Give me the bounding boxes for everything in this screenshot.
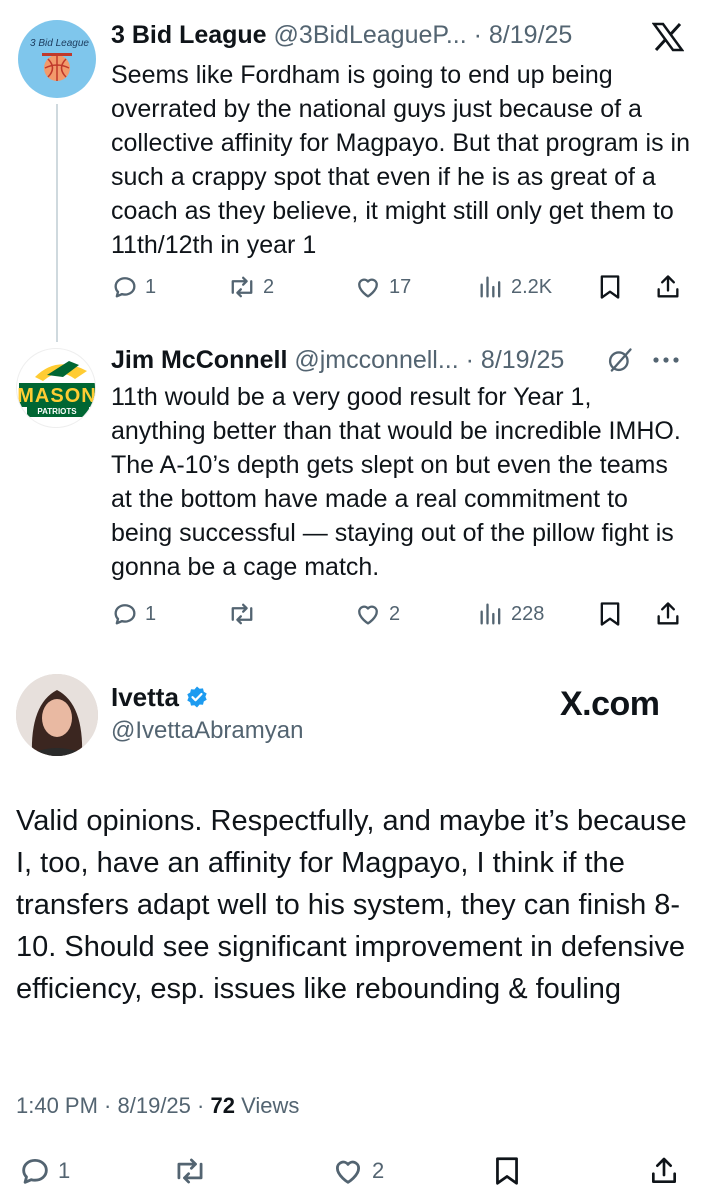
tweet-actions: 1 2 17 2.2K [111,272,691,302]
reply-button[interactable]: 1 [111,599,156,629]
grok-icon[interactable] [606,346,634,374]
avatar-ivetta[interactable] [16,674,98,756]
share-button[interactable] [654,599,682,629]
tweet-text: Valid opinions. Respectfully, and maybe … [16,805,687,1005]
patriots-wordmark: PATRIOTS [37,407,77,416]
repost-button[interactable]: 2 [227,272,274,302]
avatar-3bidleague[interactable]: 3 Bid League [18,20,96,98]
reply-count: 1 [145,602,157,625]
tweet-meta: 1:40 PM · 8/19/25 · 72 Views [16,1093,300,1118]
reply-icon [22,1158,48,1184]
heart-icon [358,278,378,298]
like-count: 2 [372,1158,385,1183]
views-count: 228 [511,602,545,625]
reply-count: 1 [145,275,157,298]
repost-icon [231,603,253,625]
views-count: 72 [210,1093,235,1118]
tweet-header: 3 Bid League @3BidLeagueP... · 8/19/25 [111,21,573,49]
xcom-brand: X.com [560,685,660,723]
3bidleague-logo [42,53,72,81]
share-icon [657,602,679,625]
repost-button[interactable] [227,599,263,629]
bookmark-button[interactable] [597,599,623,629]
repost-icon [177,1158,203,1184]
views-count: 2.2K [511,275,553,298]
like-count: 17 [389,275,412,298]
share-button[interactable] [654,272,682,302]
bookmark-button[interactable] [597,272,623,302]
author-name-row: Ivetta [111,681,209,713]
heart-icon [335,1160,361,1184]
repost-button[interactable] [172,1154,214,1188]
author-handle[interactable]: @3BidLeagueP... [274,21,467,49]
reply-button[interactable]: 1 [18,1154,70,1188]
views-button[interactable]: 2.2K [477,272,552,302]
tweet-date[interactable]: 8/19/25 [481,346,564,374]
avatar-label: 3 Bid League [30,38,89,49]
mason-wordmark: MASON [17,385,96,407]
tweet-date[interactable]: 8/19/25 [489,21,572,49]
author-name[interactable]: 3 Bid League [111,21,267,49]
reply-button[interactable]: 1 [111,272,156,302]
like-button[interactable]: 2 [330,1154,384,1188]
thread-line [56,104,58,342]
views-chart-icon [480,603,501,625]
bookmark-icon [496,1157,518,1185]
tweet-text: Seems like Fordham is going to end up be… [111,61,690,259]
views-chart-icon [480,276,501,298]
author-handle[interactable]: @jmcconnell... [294,346,458,374]
bookmark-button[interactable] [492,1154,522,1188]
avatar-jim-mcconnell[interactable]: MASON PATRIOTS [16,348,96,428]
tweet-actions: 1 2 [16,1154,692,1188]
author-name[interactable]: Jim McConnell [111,346,287,374]
author-handle[interactable]: @IvettaAbramyan [111,717,303,745]
profile-photo-icon [16,674,98,756]
tweet-time[interactable]: 1:40 PM [16,1093,98,1118]
repost-icon [231,276,253,298]
like-count: 2 [389,602,401,625]
verified-badge-icon [187,686,207,708]
tweet-text: 11th would be a very good result for Yea… [111,383,681,581]
heart-icon [358,605,378,625]
reply-icon [114,277,136,298]
like-button[interactable]: 2 [353,599,400,629]
reply-icon [114,604,136,625]
bookmark-icon [600,275,620,299]
share-button[interactable] [648,1154,680,1188]
author-name[interactable]: Ivetta [111,682,179,713]
bookmark-icon [600,602,620,626]
like-button[interactable]: 17 [353,272,411,302]
share-icon [657,275,679,298]
tweet-header: Jim McConnell @jmcconnell... · 8/19/25 [111,346,565,374]
tweet-date[interactable]: 8/19/25 [118,1093,191,1118]
share-icon [652,1157,676,1183]
views-button[interactable]: 228 [477,599,544,629]
views-label: Views [241,1093,300,1118]
repost-count: 2 [263,275,275,298]
tweet-actions: 1 2 228 [111,599,691,629]
x-logo-icon[interactable] [651,22,685,52]
more-options-icon[interactable] [648,350,684,370]
reply-count: 1 [58,1158,71,1183]
